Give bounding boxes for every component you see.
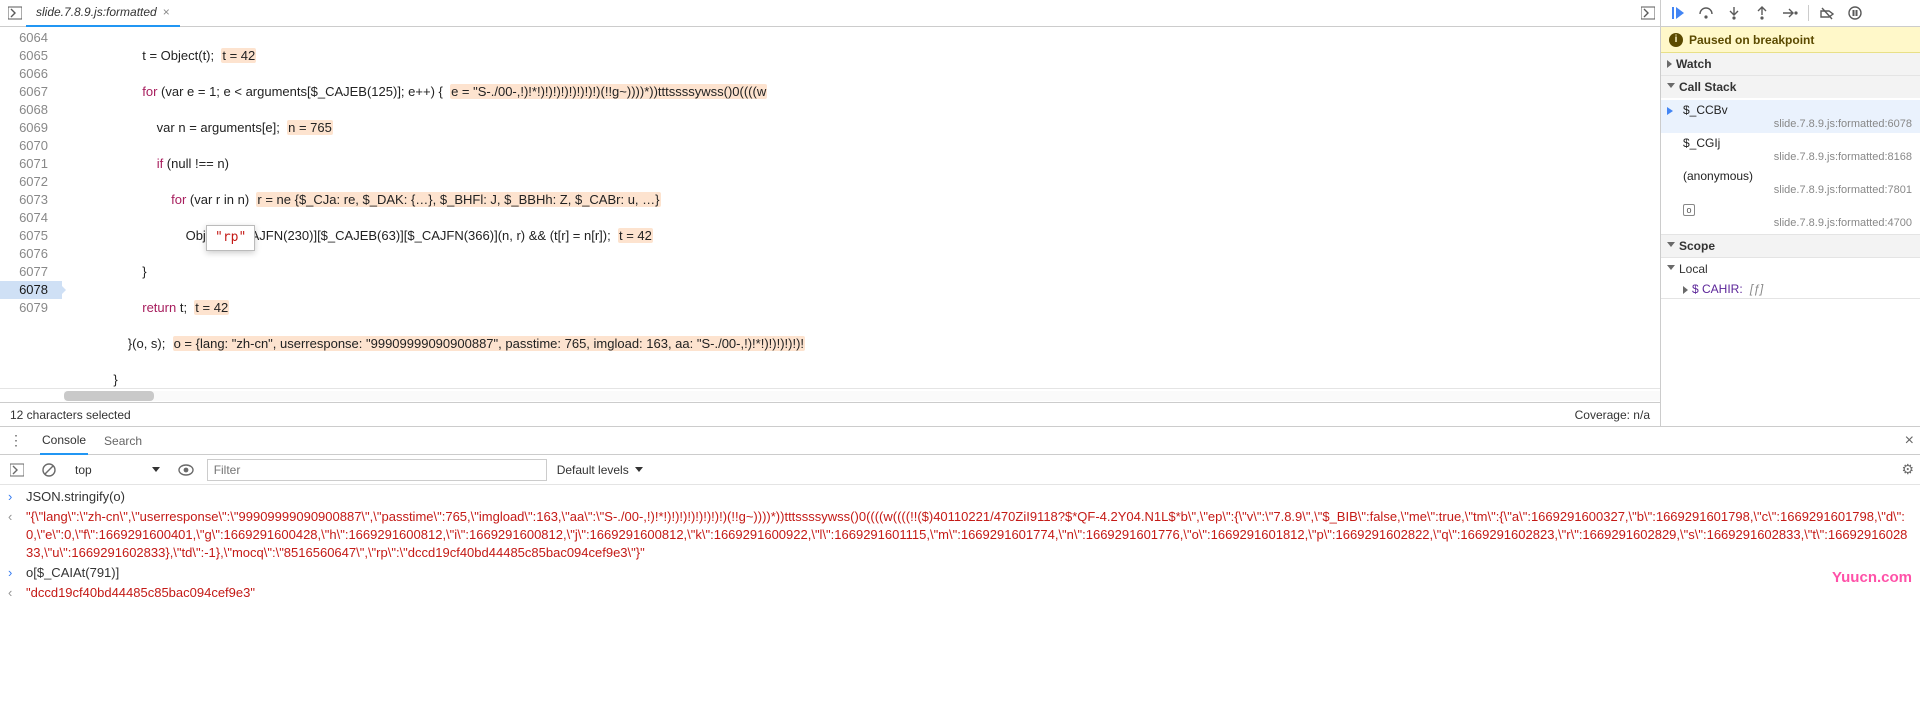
close-tab-icon[interactable]: × xyxy=(163,5,170,19)
step-out-button[interactable] xyxy=(1749,1,1775,25)
live-expression-icon[interactable] xyxy=(175,459,197,481)
step-over-button[interactable] xyxy=(1693,1,1719,25)
close-drawer-icon[interactable]: × xyxy=(1905,432,1914,450)
paused-banner: i Paused on breakpoint xyxy=(1661,27,1920,53)
more-tabs-icon[interactable] xyxy=(1636,1,1660,25)
coverage-status: Coverage: n/a xyxy=(1575,408,1650,422)
context-selector[interactable]: top xyxy=(70,460,165,480)
caret-down-icon xyxy=(635,467,643,472)
drawer-menu-icon[interactable]: ⋮ xyxy=(6,432,26,449)
line-gutter: 6064606560666067 6068606960706071 607260… xyxy=(0,27,62,388)
callstack-frame[interactable]: o slide.7.8.9.js:formatted:4700 xyxy=(1661,199,1920,232)
output-marker-icon: ‹ xyxy=(8,508,20,562)
filter-input[interactable] xyxy=(207,459,547,481)
console-tab[interactable]: Console xyxy=(40,427,88,455)
input-marker-icon: › xyxy=(8,564,20,582)
callstack-section[interactable]: Call Stack $_CCBv slide.7.8.9.js:formatt… xyxy=(1661,76,1920,235)
input-marker-icon: › xyxy=(8,488,20,506)
console-input-row: ›JSON.stringify(o) xyxy=(0,487,1920,507)
code-editor[interactable]: 6064606560666067 6068606960706071 607260… xyxy=(0,27,1660,388)
callstack-frame[interactable]: $_CCBv slide.7.8.9.js:formatted:6078 xyxy=(1661,100,1920,133)
async-badge: o xyxy=(1683,204,1695,216)
chevron-right-icon xyxy=(1667,60,1672,68)
source-tab[interactable]: slide.7.8.9.js:formatted × xyxy=(26,0,180,27)
chevron-down-icon xyxy=(1667,242,1675,251)
editor-statusbar: 12 characters selected Coverage: n/a xyxy=(0,402,1660,426)
log-level-selector[interactable]: Default levels xyxy=(557,463,643,477)
deactivate-breakpoints-button[interactable] xyxy=(1814,1,1840,25)
chevron-down-icon xyxy=(1667,83,1675,92)
selection-status: 12 characters selected xyxy=(10,408,131,422)
console-toolbar: top Default levels ⚙ xyxy=(0,455,1920,485)
callstack-frame[interactable]: (anonymous) slide.7.8.9.js:formatted:780… xyxy=(1661,166,1920,199)
watch-section[interactable]: Watch xyxy=(1661,53,1920,76)
step-into-button[interactable] xyxy=(1721,1,1747,25)
scope-section[interactable]: Scope xyxy=(1661,235,1920,258)
search-tab[interactable]: Search xyxy=(102,427,144,455)
console-input-row: ›o[$_CAIAt(791)] xyxy=(0,563,1920,583)
horizontal-scrollbar[interactable] xyxy=(0,388,1660,402)
caret-down-icon xyxy=(152,467,160,472)
local-scope-section[interactable]: Local $ CAHIR: [ƒ] xyxy=(1661,258,1920,299)
clear-console-icon[interactable] xyxy=(38,459,60,481)
step-button[interactable] xyxy=(1777,1,1803,25)
console-output-row: ‹"dccd19cf40bd44485c85bac094cef9e3" xyxy=(0,583,1920,603)
chevron-right-icon xyxy=(1683,286,1688,294)
drawer-tabbar: ⋮ Console Search × xyxy=(0,427,1920,455)
debugger-toolbar xyxy=(1661,0,1920,27)
console-output-row: ‹"{\"lang\":\"zh-cn\",\"userresponse\":\… xyxy=(0,507,1920,563)
code-content[interactable]: t = Object(t); t = 42 for (var e = 1; e … xyxy=(62,27,1660,388)
console-log[interactable]: ›JSON.stringify(o) ‹"{\"lang\":\"zh-cn\"… xyxy=(0,485,1920,706)
info-icon: i xyxy=(1669,33,1683,47)
console-drawer: ⋮ Console Search × top Default levels ⚙ … xyxy=(0,426,1920,706)
scope-variable[interactable]: $ CAHIR: [ƒ] xyxy=(1661,280,1920,298)
toggle-sidebar-icon[interactable] xyxy=(6,459,28,481)
tab-title: slide.7.8.9.js:formatted xyxy=(36,5,157,19)
toggle-navigator-icon[interactable] xyxy=(4,2,26,24)
output-marker-icon: ‹ xyxy=(8,584,20,602)
callstack-frame[interactable]: $_CGIj slide.7.8.9.js:formatted:8168 xyxy=(1661,133,1920,166)
console-settings-icon[interactable]: ⚙ xyxy=(1901,461,1914,478)
source-tabbar: slide.7.8.9.js:formatted × xyxy=(0,0,1660,27)
resume-button[interactable] xyxy=(1665,1,1691,25)
pause-on-exceptions-button[interactable] xyxy=(1842,1,1868,25)
chevron-down-icon xyxy=(1667,265,1675,274)
hover-tooltip: "rp" xyxy=(206,225,255,251)
